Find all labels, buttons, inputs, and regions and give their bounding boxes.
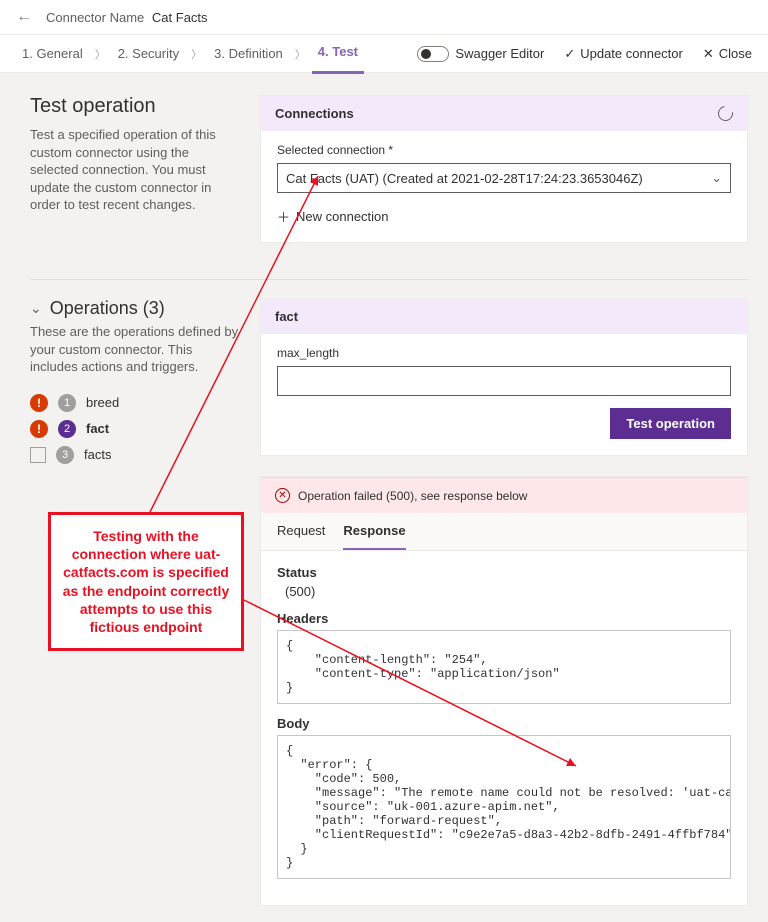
headers-label: Headers	[277, 611, 731, 626]
tab-test[interactable]: 4. Test	[312, 33, 364, 74]
alert-icon: !	[30, 394, 48, 412]
chevron-right-icon: 〉	[295, 46, 306, 62]
headers-block[interactable]: { "content-length": "254", "content-type…	[277, 630, 731, 704]
operation-number-badge: 1	[58, 394, 76, 412]
operation-name: facts	[84, 447, 111, 462]
connector-name-value: Cat Facts	[152, 10, 208, 25]
chevron-right-icon: 〉	[191, 46, 202, 62]
refresh-icon[interactable]	[715, 103, 736, 124]
error-banner: ✕ Operation failed (500), see response b…	[261, 477, 747, 513]
swagger-toggle-label: Swagger Editor	[455, 46, 544, 61]
error-icon: ✕	[275, 488, 290, 503]
swagger-toggle[interactable]: Swagger Editor	[417, 46, 544, 62]
operation-item-facts[interactable]: 3 facts	[30, 442, 240, 468]
max-length-input[interactable]	[277, 366, 731, 396]
top-bar: ← Connector Name Cat Facts	[0, 0, 768, 35]
chevron-right-icon: 〉	[95, 46, 106, 62]
tab-general[interactable]: 1. General	[16, 35, 89, 73]
test-operation-button[interactable]: Test operation	[610, 408, 731, 439]
max-length-label: max_length	[277, 346, 731, 360]
test-operation-desc: Test a specified operation of this custo…	[30, 126, 240, 214]
connections-header: Connections	[275, 106, 354, 121]
chevron-down-icon: ⌄	[711, 170, 722, 186]
chevron-down-icon: ⌄	[30, 300, 42, 317]
tab-response[interactable]: Response	[343, 513, 405, 550]
operation-number-badge: 3	[56, 446, 74, 464]
alert-icon: !	[30, 420, 48, 438]
plus-icon: ＋	[277, 207, 290, 226]
wizard-tabs: 1. General 〉 2. Security 〉 3. Definition…	[0, 35, 768, 73]
connector-name-label: Connector Name	[46, 10, 144, 25]
check-icon: ✓	[564, 46, 575, 62]
operation-item-fact[interactable]: ! 2 fact	[30, 416, 240, 442]
annotation-callout: Testing with the connection where uat-ca…	[48, 512, 244, 651]
result-card: ✕ Operation failed (500), see response b…	[260, 476, 748, 906]
checkbox-icon	[30, 447, 46, 463]
operation-name: fact	[86, 421, 109, 436]
selected-connection-dropdown[interactable]: Cat Facts (UAT) (Created at 2021-02-28T1…	[277, 163, 731, 193]
update-connector-button[interactable]: ✓ Update connector	[564, 46, 683, 62]
operations-desc: These are the operations defined by your…	[30, 323, 240, 376]
tab-request[interactable]: Request	[277, 513, 325, 550]
close-button[interactable]: ✕ Close	[703, 46, 752, 62]
selected-connection-label: Selected connection *	[277, 143, 731, 157]
body-label: Body	[277, 716, 731, 731]
tab-security[interactable]: 2. Security	[112, 35, 185, 73]
operation-test-card: fact max_length Test operation	[260, 298, 748, 456]
operation-item-breed[interactable]: ! 1 breed	[30, 390, 240, 416]
operations-title: Operations (3)	[50, 298, 165, 319]
operation-card-header: fact	[275, 309, 298, 324]
status-label: Status	[277, 565, 731, 580]
test-operation-title: Test operation	[30, 95, 240, 118]
connections-card: Connections Selected connection * Cat Fa…	[260, 95, 748, 243]
status-value: (500)	[285, 584, 731, 599]
back-arrow-icon[interactable]: ←	[16, 8, 32, 26]
operations-toggle[interactable]: ⌄ Operations (3)	[30, 298, 240, 319]
new-connection-link[interactable]: ＋ New connection	[277, 207, 389, 226]
operation-name: breed	[86, 395, 119, 410]
body-block[interactable]: { "error": { "code": 500, "message": "Th…	[277, 735, 731, 879]
tab-definition[interactable]: 3. Definition	[208, 35, 289, 73]
operation-number-badge: 2	[58, 420, 76, 438]
close-icon: ✕	[703, 46, 714, 62]
selected-connection-value: Cat Facts (UAT) (Created at 2021-02-28T1…	[286, 171, 643, 186]
